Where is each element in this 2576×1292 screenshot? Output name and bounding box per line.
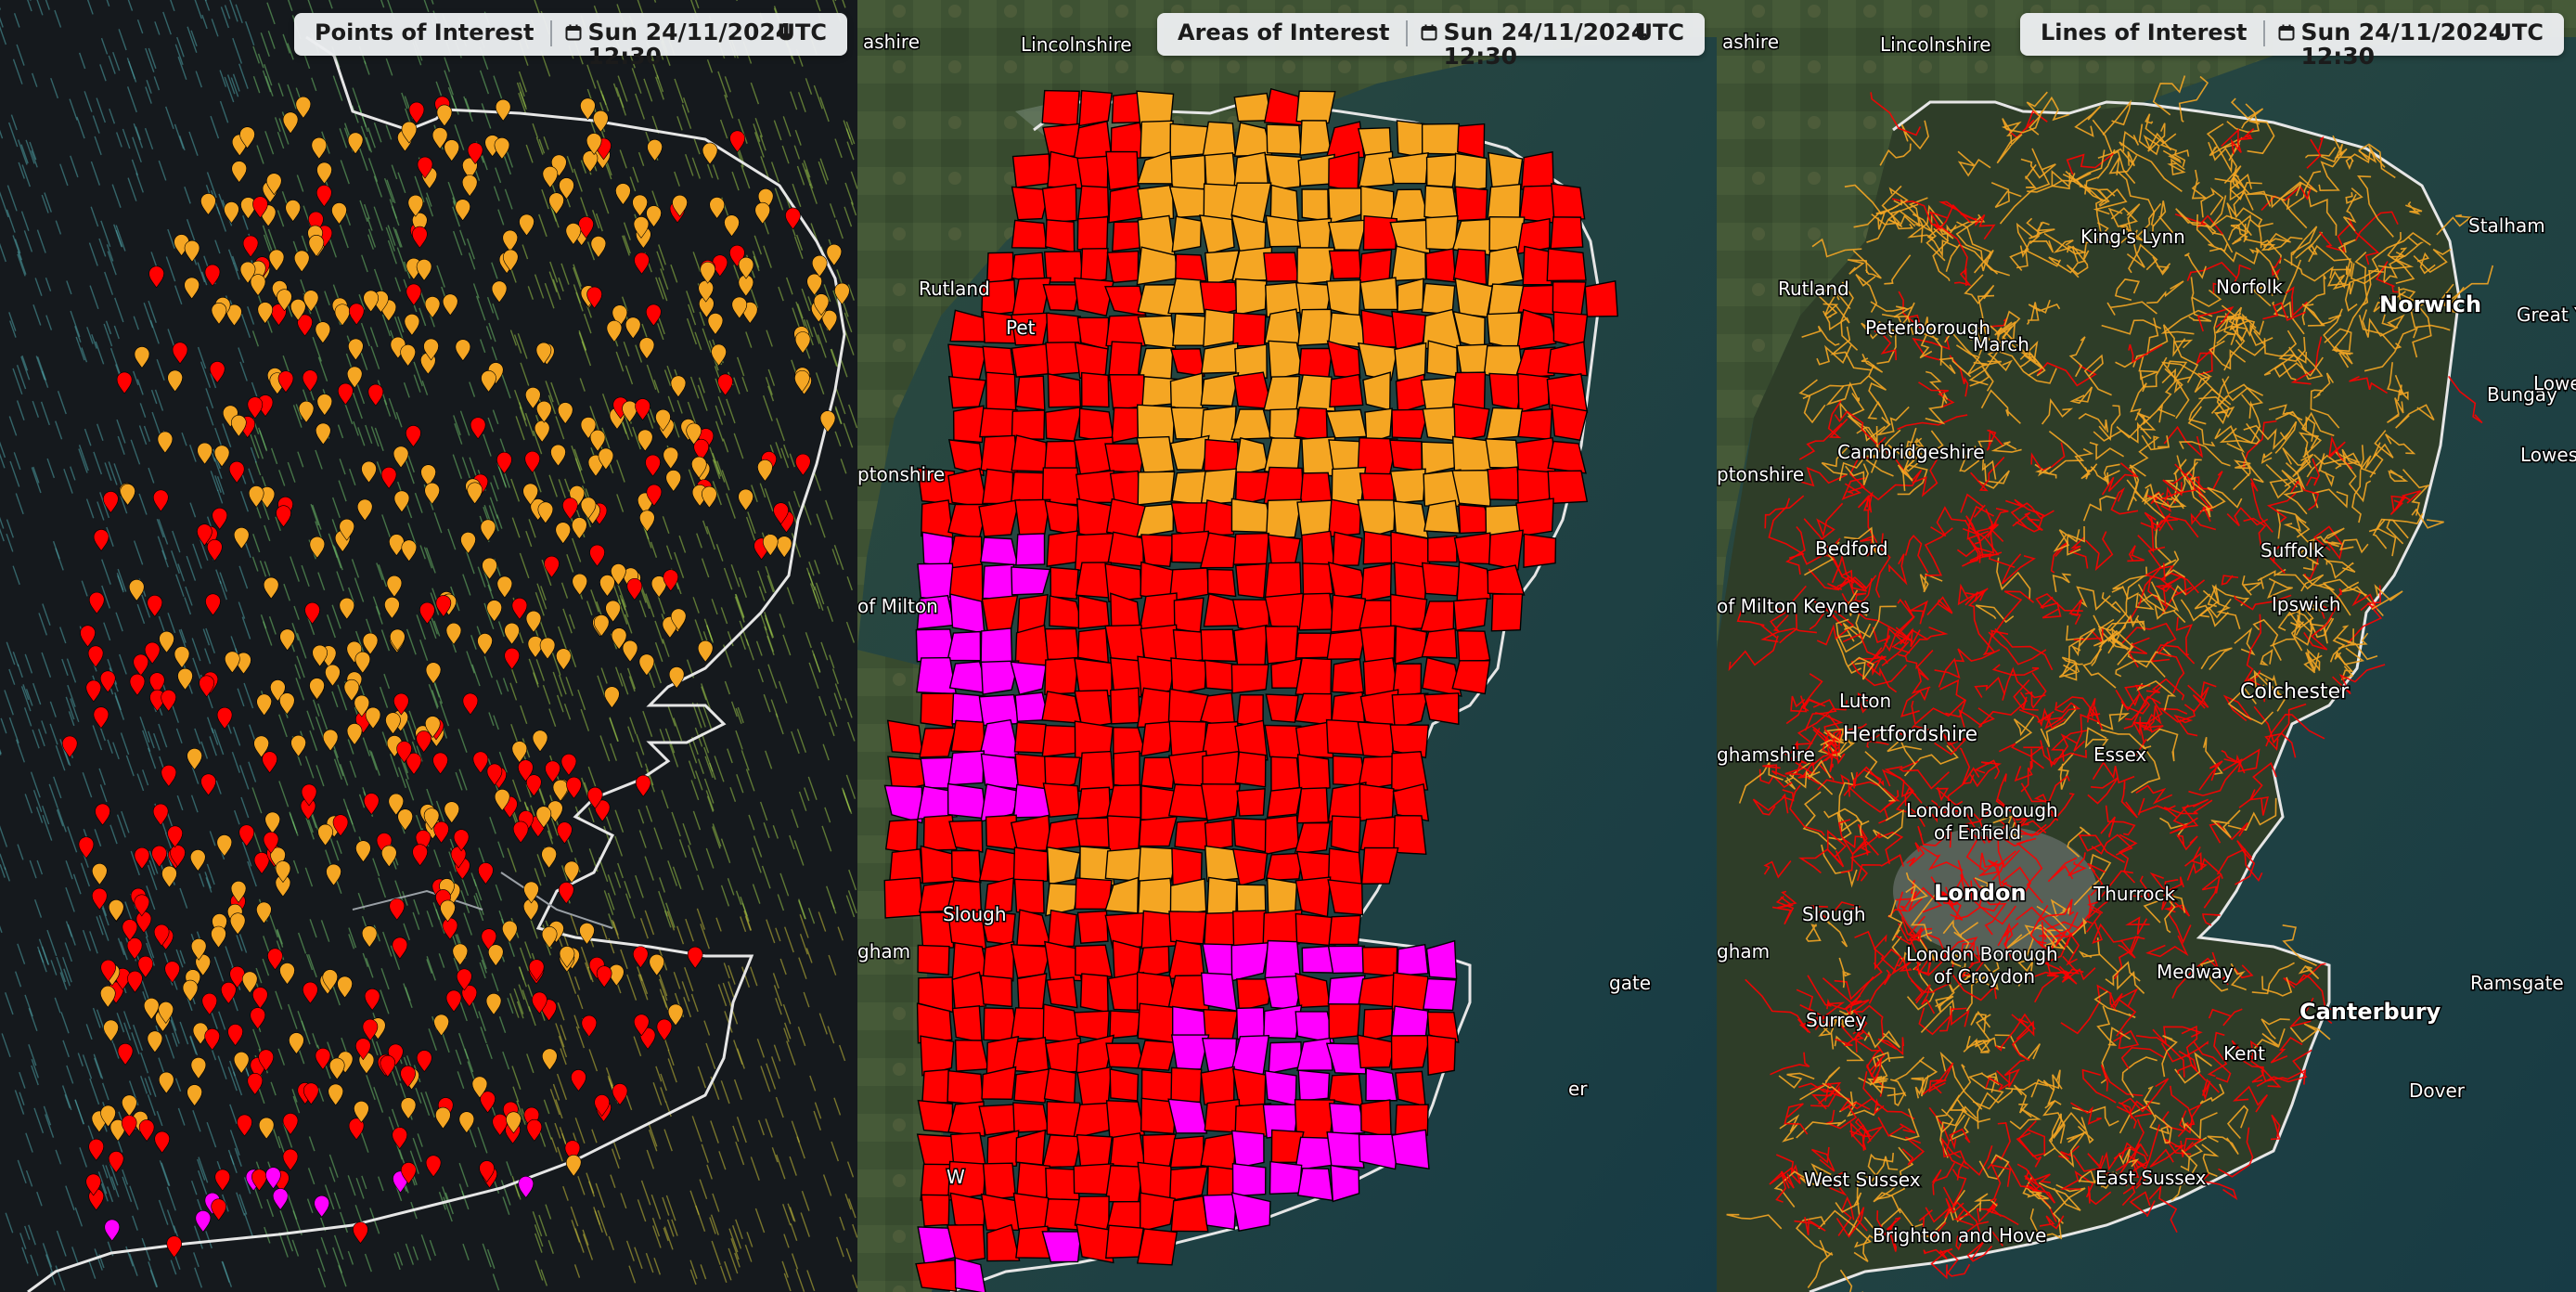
panel-title: Lines of Interest bbox=[2041, 19, 2248, 45]
place-label: Canterbury bbox=[2299, 999, 2441, 1025]
lines-of-interest-panel[interactable]: ashire Lincolnshire Rutland Peterborough Kin… bbox=[1717, 0, 2576, 1292]
panel-title: Areas of Interest bbox=[1178, 19, 1390, 45]
place-label: West Sussex bbox=[1804, 1169, 1921, 1191]
panel-date: Sun 24/11/2024 bbox=[2300, 19, 2505, 45]
place-label: er bbox=[1568, 1078, 1588, 1100]
place-label: Rutland bbox=[1778, 278, 1849, 300]
place-label: of Enfield bbox=[1934, 821, 2021, 844]
place-label: Lincolnshire bbox=[1880, 33, 1991, 56]
place-label: gham bbox=[857, 940, 910, 963]
areas-of-interest-panel[interactable]: ashire Lincolnshire Rutland Pet ptonshire of … bbox=[857, 0, 1717, 1292]
place-label: ashire bbox=[863, 31, 920, 53]
place-label: King's Lynn bbox=[2080, 226, 2185, 248]
place-label: Norfolk bbox=[2216, 276, 2283, 298]
panel-time: 12:30 bbox=[2300, 43, 2376, 70]
date-picker[interactable]: Sun 24/11/2024 12:30 bbox=[552, 19, 792, 70]
place-label: Medway bbox=[2157, 961, 2234, 983]
place-label: Stalham bbox=[2468, 214, 2545, 237]
place-label: Suffolk bbox=[2260, 539, 2325, 562]
place-label: Essex bbox=[2093, 743, 2146, 766]
date-picker[interactable]: Sun 24/11/2024 12:30 bbox=[1408, 19, 1648, 70]
place-label: London Borough bbox=[1906, 799, 2058, 821]
place-label: Slough bbox=[943, 903, 1007, 925]
place-label: of Croydon bbox=[1934, 965, 2035, 988]
panel-date: Sun 24/11/2024 bbox=[587, 19, 792, 45]
place-label: Slough bbox=[1802, 903, 1866, 925]
place-label: Ipswich bbox=[2272, 593, 2341, 615]
place-label: Norwich bbox=[2379, 291, 2481, 317]
place-label: gham bbox=[1717, 940, 1770, 963]
place-label: Bedford bbox=[1815, 537, 1888, 560]
place-label: London bbox=[1934, 880, 2027, 906]
panel-header: Lines of Interest Sun 24/11/2024 12:30 UT… bbox=[2020, 13, 2564, 70]
place-label: gate bbox=[1609, 972, 1651, 994]
points-of-interest-panel[interactable]: Points of Interest Sun 24/11/2024 12:30 U… bbox=[0, 0, 857, 1292]
areas-map[interactable]: ashire Lincolnshire Rutland Pet ptonshire of … bbox=[857, 0, 1717, 1292]
panel-time: 12:30 bbox=[587, 43, 663, 70]
place-label: W bbox=[947, 1166, 965, 1188]
place-label: London Borough bbox=[1906, 943, 2058, 965]
place-label: Luton bbox=[1839, 690, 1891, 712]
place-label: Lincolnshire bbox=[1021, 33, 1132, 56]
place-label: Thurrock bbox=[2093, 883, 2175, 905]
place-label: Hertfordshire bbox=[1843, 723, 1977, 746]
timezone-label[interactable]: UTC bbox=[1635, 19, 1684, 46]
place-label: of Milton bbox=[857, 595, 938, 617]
place-label: Colchester bbox=[2240, 680, 2350, 704]
place-label: Great Yar bbox=[2517, 304, 2576, 326]
panel-date: Sun 24/11/2024 bbox=[1443, 19, 1648, 45]
calendar-icon bbox=[565, 24, 582, 41]
place-label: Surrey bbox=[1806, 1009, 1866, 1031]
calendar-icon bbox=[1421, 24, 1437, 41]
place-label: Dover bbox=[2409, 1079, 2466, 1102]
timezone-label[interactable]: UTC bbox=[778, 19, 827, 46]
place-label: of Milton Keynes bbox=[1717, 595, 1870, 617]
date-picker[interactable]: Sun 24/11/2024 12:30 bbox=[2265, 19, 2505, 70]
place-label: ashire bbox=[1722, 31, 1779, 53]
place-label: Lowestoft bbox=[2520, 444, 2576, 466]
place-label: Kent bbox=[2223, 1042, 2265, 1065]
place-label: Ramsgate bbox=[2470, 972, 2564, 994]
lines-map[interactable]: ashire Lincolnshire Rutland Peterborough Kin… bbox=[1717, 0, 2576, 1292]
place-label: ptonshire bbox=[857, 463, 945, 485]
panel-time: 12:30 bbox=[1443, 43, 1518, 70]
place-label: East Sussex bbox=[2095, 1167, 2207, 1189]
panel-header: Points of Interest Sun 24/11/2024 12:30 U… bbox=[294, 13, 847, 70]
timezone-label[interactable]: UTC bbox=[2494, 19, 2544, 46]
place-label: Lowest bbox=[2533, 372, 2576, 394]
place-label: March bbox=[1973, 333, 2029, 355]
calendar-icon bbox=[2278, 24, 2295, 41]
points-map[interactable] bbox=[0, 0, 857, 1292]
panel-header: Areas of Interest Sun 24/11/2024 12:30 UT… bbox=[1157, 13, 1705, 70]
place-label: Peterborough bbox=[1865, 317, 1990, 339]
panel-title: Points of Interest bbox=[315, 19, 535, 45]
place-label: ghamshire bbox=[1717, 743, 1815, 766]
place-label: ptonshire bbox=[1717, 463, 1804, 485]
place-label: Brighton and Hove bbox=[1873, 1224, 2046, 1247]
place-label: Pet bbox=[1006, 317, 1036, 339]
place-label: Rutland bbox=[919, 278, 990, 300]
place-label: Cambridgeshire bbox=[1837, 441, 1985, 463]
